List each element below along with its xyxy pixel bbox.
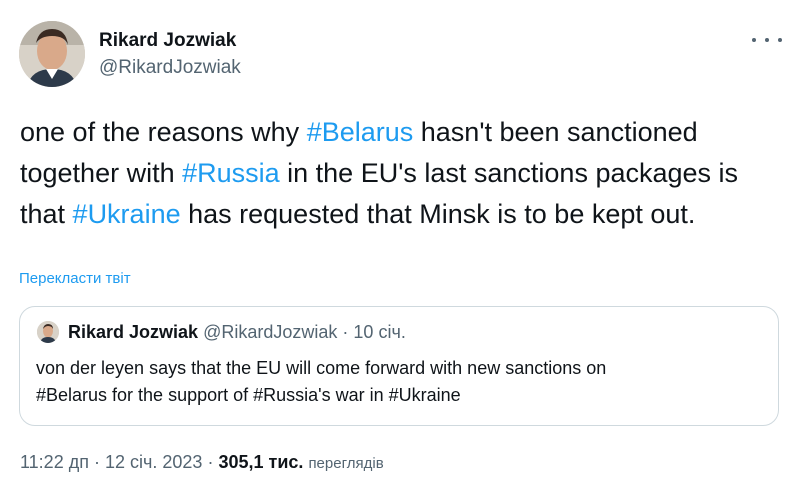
author-avatar[interactable] xyxy=(19,21,85,87)
quoted-author-handle: @RikardJozwiak xyxy=(203,322,338,342)
hashtag-russia[interactable]: #Russia xyxy=(182,158,280,188)
quoted-header: Rikard Jozwiak @RikardJozwiak · 10 січ. xyxy=(68,322,406,343)
quoted-author-avatar xyxy=(37,321,59,343)
quoted-text: von der leyen says that the EU will come… xyxy=(36,355,756,409)
tweet-footer: 11:22 дп · 12 січ. 2023 · 305,1 тис. пер… xyxy=(20,452,384,473)
tweet-text-segment: has requested that Minsk is to be kept o… xyxy=(180,199,696,229)
tweet-text-segment: one of the reasons why xyxy=(20,117,307,147)
quoted-text-line: #Belarus for the support of #Russia's wa… xyxy=(36,385,461,405)
quoted-date: 10 січ. xyxy=(353,322,406,342)
quoted-tweet-card[interactable]: Rikard Jozwiak @RikardJozwiak · 10 січ. … xyxy=(19,306,779,426)
views-label: переглядів xyxy=(308,455,384,472)
more-options-icon[interactable] xyxy=(752,28,782,52)
hashtag-ukraine[interactable]: #Ukraine xyxy=(73,199,181,229)
tweet-date[interactable]: 12 січ. 2023 xyxy=(105,452,202,472)
author-handle[interactable]: @RikardJozwiak xyxy=(99,57,241,79)
tweet-time[interactable]: 11:22 дп xyxy=(20,452,89,472)
translate-tweet-link[interactable]: Перекласти твіт xyxy=(19,270,131,287)
hashtag-belarus[interactable]: #Belarus xyxy=(307,117,414,147)
quoted-author-name: Rikard Jozwiak xyxy=(68,322,199,342)
quoted-text-line: von der leyen says that the EU will come… xyxy=(36,358,607,378)
quoted-separator: · xyxy=(342,322,349,342)
footer-separator: · xyxy=(207,452,214,472)
author-name[interactable]: Rikard Jozwiak xyxy=(99,30,236,52)
tweet-text: one of the reasons why #Belarus hasn't b… xyxy=(20,112,780,235)
footer-separator: · xyxy=(93,452,100,472)
views-count: 305,1 тис. xyxy=(218,452,304,472)
